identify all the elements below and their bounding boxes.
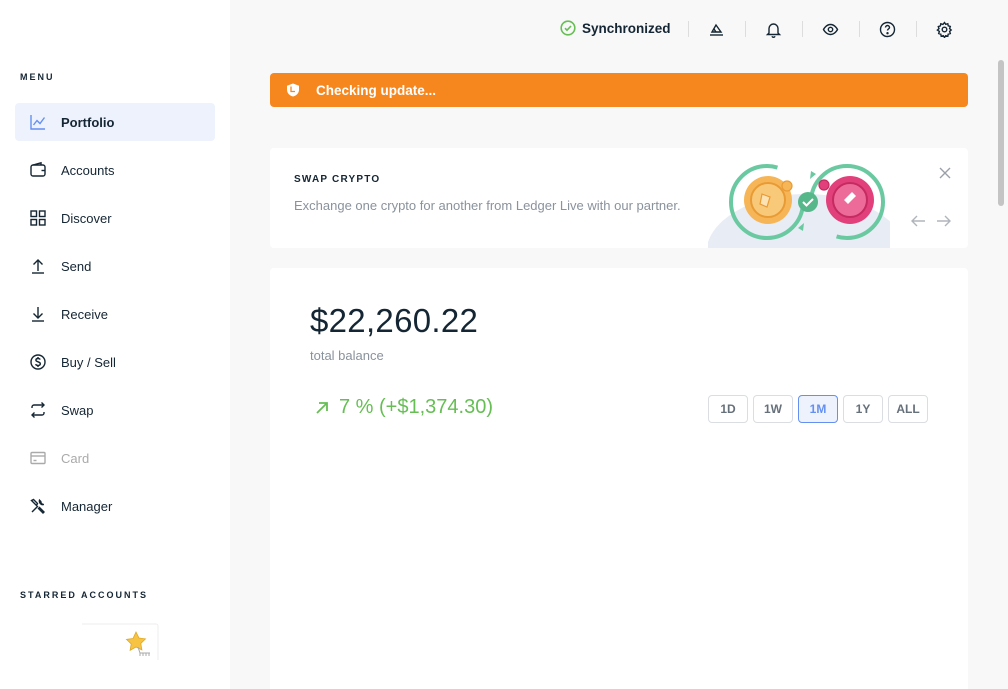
range-1m-button[interactable]: 1M (798, 395, 838, 423)
swap-banner-pagination (910, 214, 952, 228)
tools-icon (29, 497, 47, 515)
sidebar: MENU Portfolio Accounts Discover Send Re… (0, 0, 230, 689)
sidebar-item-send[interactable]: Send (15, 247, 215, 285)
sidebar-item-label: Card (61, 450, 90, 466)
dollar-circle-icon (29, 353, 47, 371)
sidebar-item-label: Buy / Sell (61, 354, 116, 370)
arrow-down-icon (29, 305, 47, 323)
range-1w-button[interactable]: 1W (753, 395, 793, 423)
sidebar-item-discover[interactable]: Discover (15, 199, 215, 237)
swap-arrows-icon (29, 401, 47, 419)
bell-icon[interactable] (763, 19, 783, 39)
sidebar-item-accounts[interactable]: Accounts (15, 151, 215, 189)
starred-accounts-placeholder (78, 623, 160, 663)
sync-status[interactable]: Synchronized (560, 20, 671, 36)
sidebar-item-swap[interactable]: Swap (15, 391, 215, 429)
arrow-right-icon[interactable] (936, 214, 952, 228)
range-1y-button[interactable]: 1Y (843, 395, 883, 423)
arrow-up-right-icon (316, 401, 328, 414)
sidebar-item-receive[interactable]: Receive (15, 295, 215, 333)
menu-section-title: MENU (20, 72, 55, 82)
sync-status-label: Synchronized (582, 20, 671, 36)
arrow-up-icon (29, 257, 47, 275)
gear-icon[interactable] (934, 19, 954, 39)
update-banner: Checking update... (270, 73, 968, 107)
topbar-divider (859, 21, 860, 37)
portfolio-balance-card: $22,260.22 total balance 7 % (+$1,374.30… (270, 268, 968, 689)
swap-banner-description: Exchange one crypto for another from Led… (294, 198, 681, 213)
range-all-button[interactable]: ALL (888, 395, 928, 423)
swap-crypto-banner[interactable]: SWAP CRYPTO Exchange one crypto for anot… (270, 148, 968, 248)
topbar-divider (688, 21, 689, 37)
star-icon (82, 623, 159, 660)
topbar-divider (802, 21, 803, 37)
swap-coins-illustration (708, 164, 890, 248)
balance-change-value: 7 % (+$1,374.30) (339, 396, 493, 418)
sidebar-item-card[interactable]: Card (15, 439, 215, 477)
clear-cache-icon[interactable] (706, 19, 726, 39)
range-1d-button[interactable]: 1D (708, 395, 748, 423)
wallet-icon (29, 161, 47, 179)
help-icon[interactable] (877, 19, 897, 39)
check-circle-icon (560, 20, 576, 36)
total-balance-amount: $22,260.22 (310, 302, 479, 339)
chart-line-icon (29, 113, 47, 131)
sidebar-item-label: Send (61, 258, 92, 274)
sidebar-item-portfolio[interactable]: Portfolio (15, 103, 215, 141)
arrow-left-icon[interactable] (910, 214, 926, 228)
sidebar-menu: Portfolio Accounts Discover Send Receive (15, 103, 215, 535)
sidebar-item-label: Accounts (61, 162, 115, 178)
sidebar-item-label: Manager (61, 498, 113, 514)
topbar-divider (745, 21, 746, 37)
total-balance-label: total balance (310, 348, 384, 363)
topbar-divider (916, 21, 917, 37)
eye-icon[interactable] (820, 19, 840, 39)
ledger-update-icon (287, 83, 299, 97)
balance-change: 7 % (+$1,374.30) (314, 396, 493, 419)
grid-icon (29, 209, 47, 227)
sidebar-item-buy-sell[interactable]: Buy / Sell (15, 343, 215, 381)
time-range-selector: 1D 1W 1M 1Y ALL (708, 395, 928, 423)
sidebar-item-label: Discover (61, 210, 112, 226)
top-bar: Synchronized (230, 0, 1008, 58)
sidebar-item-label: Swap (61, 402, 94, 418)
update-banner-text: Checking update... (316, 82, 437, 98)
card-icon (29, 449, 47, 467)
scrollbar[interactable] (998, 60, 1004, 206)
starred-accounts-title: STARRED ACCOUNTS (20, 590, 148, 600)
sidebar-item-manager[interactable]: Manager (15, 487, 215, 525)
swap-banner-title: SWAP CRYPTO (294, 174, 381, 185)
sidebar-item-label: Receive (61, 306, 108, 322)
close-icon[interactable] (938, 166, 952, 180)
sidebar-item-label: Portfolio (61, 114, 115, 130)
